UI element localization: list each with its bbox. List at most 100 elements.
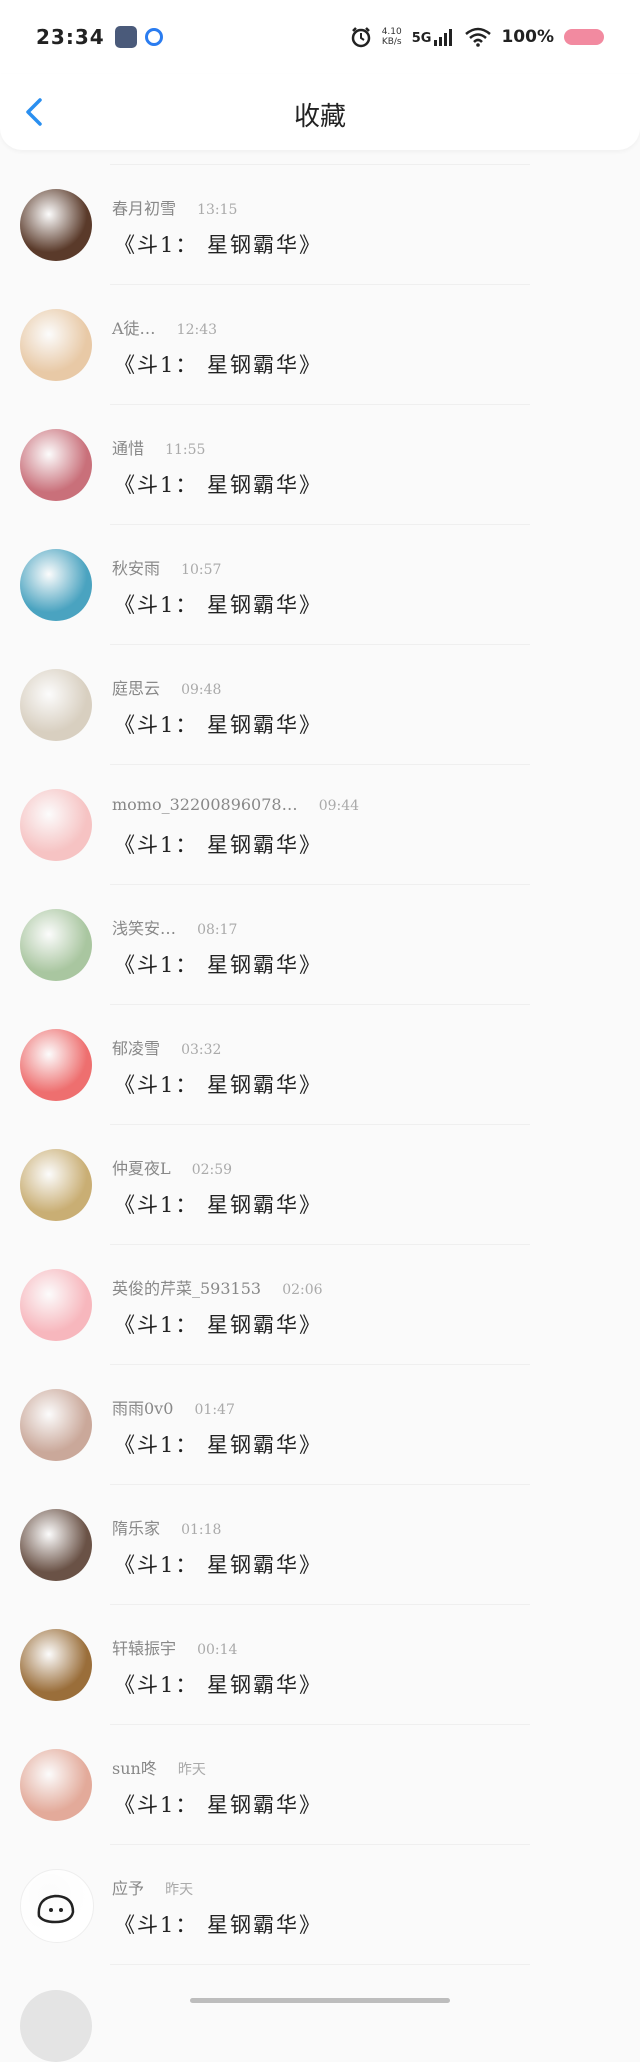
network-speed: 4.10 KB/s <box>382 27 402 47</box>
user-name: 英俊的芹菜_593153 <box>112 1279 262 1298</box>
name-line: 雨雨0v0 01:47 <box>112 1395 235 1419</box>
avatar[interactable] <box>20 789 92 861</box>
message-text: 《斗1： 星钢霸华》 <box>114 713 323 737</box>
message-text: 《斗1： 星钢霸华》 <box>114 1193 323 1217</box>
timestamp: 01:47 <box>194 1402 235 1418</box>
timestamp: 00:14 <box>197 1642 238 1658</box>
name-line: 春月初雪 13:15 <box>112 195 237 219</box>
avatar[interactable] <box>20 549 92 621</box>
user-name: sun咚 <box>112 1759 157 1778</box>
list-item[interactable]: sun咚 昨天 《斗1： 星钢霸华》 <box>0 1725 640 1845</box>
name-line: 浅笑安… 08:17 <box>112 915 237 939</box>
user-name: 郁凌雪 <box>112 1039 161 1058</box>
timestamp: 11:55 <box>165 442 206 458</box>
user-name: 雨雨0v0 <box>112 1399 174 1418</box>
avatar[interactable] <box>20 189 92 261</box>
name-line: A徒… 12:43 <box>112 315 217 339</box>
list-item[interactable]: 轩辕振宇 00:14 《斗1： 星钢霸华》 <box>0 1605 640 1725</box>
list-item[interactable]: 英俊的芹菜_593153 02:06 《斗1： 星钢霸华》 <box>0 1245 640 1365</box>
avatar[interactable] <box>20 309 92 381</box>
list-item[interactable]: momo_32200896078… 09:44 《斗1： 星钢霸华》 <box>0 765 640 885</box>
avatar[interactable] <box>20 1509 92 1581</box>
message-text: 《斗1： 星钢霸华》 <box>114 233 323 257</box>
speed-value: 4.10 <box>381 27 402 37</box>
timestamp: 09:44 <box>318 798 360 814</box>
user-name: 通惜 <box>112 439 145 458</box>
user-name: 庭思云 <box>112 679 161 698</box>
battery-icon <box>564 29 604 45</box>
page-title: 收藏 <box>293 102 346 132</box>
timestamp: 12:43 <box>176 322 218 338</box>
home-indicator <box>190 1998 450 2003</box>
timestamp: 09:48 <box>181 682 222 698</box>
avatar[interactable] <box>20 1990 92 2062</box>
list-item[interactable]: 通惜 11:55 《斗1： 星钢霸华》 <box>0 405 640 525</box>
signal-icon <box>434 29 453 46</box>
name-line: sun咚 昨天 <box>112 1755 206 1779</box>
avatar[interactable] <box>20 1149 92 1221</box>
list-item[interactable]: 隋乐家 01:18 《斗1： 星钢霸华》 <box>0 1485 640 1605</box>
message-text: 《斗1： 星钢霸华》 <box>114 953 323 977</box>
message-text: 《斗1： 星钢霸华》 <box>114 833 323 857</box>
name-line: 英俊的芹菜_593153 02:06 <box>112 1275 323 1299</box>
timestamp: 02:06 <box>282 1282 323 1298</box>
header: 收藏 <box>0 74 640 150</box>
name-line: 郁凌雪 03:32 <box>112 1035 221 1059</box>
user-name: 轩辕振宇 <box>112 1639 177 1658</box>
name-line: 轩辕振宇 00:14 <box>112 1635 237 1659</box>
list-item[interactable]: 庭思云 09:48 《斗1： 星钢霸华》 <box>0 645 640 765</box>
message-text: 《斗1： 星钢霸华》 <box>114 1913 323 1937</box>
user-name: momo_32200896078… <box>112 795 298 814</box>
avatar[interactable] <box>20 1869 94 1943</box>
timestamp: 10:57 <box>181 562 222 578</box>
timestamp: 13:15 <box>197 202 238 218</box>
name-line: 秋安雨 10:57 <box>112 555 221 579</box>
list-item[interactable]: 雨雨0v0 01:47 《斗1： 星钢霸华》 <box>0 1365 640 1485</box>
timestamp: 昨天 <box>177 1762 206 1778</box>
message-text: 《斗1： 星钢霸华》 <box>114 1313 323 1337</box>
name-line: 应予 昨天 <box>112 1875 193 1899</box>
avatar[interactable] <box>20 1269 92 1341</box>
name-line: 通惜 11:55 <box>112 435 205 459</box>
user-name: 仲夏夜L <box>112 1159 171 1178</box>
user-name: 春月初雪 <box>112 199 177 218</box>
name-line: 仲夏夜L 02:59 <box>112 1155 232 1179</box>
timestamp: 昨天 <box>165 1882 194 1898</box>
avatar[interactable] <box>20 1629 92 1701</box>
user-name: 隋乐家 <box>112 1519 161 1538</box>
list-item[interactable]: 秋安雨 10:57 《斗1： 星钢霸华》 <box>0 525 640 645</box>
name-line: momo_32200896078… 09:44 <box>112 795 359 814</box>
timestamp: 02:59 <box>191 1162 233 1178</box>
avatar[interactable] <box>20 1029 92 1101</box>
avatar[interactable] <box>20 429 92 501</box>
message-text: 《斗1： 星钢霸华》 <box>114 1673 323 1697</box>
status-time: 23:34 <box>36 25 105 49</box>
message-text: 《斗1： 星钢霸华》 <box>114 353 323 377</box>
doodle-icon <box>37 1894 75 1924</box>
message-text: 《斗1： 星钢霸华》 <box>114 1553 323 1577</box>
status-bar: 23:34 4.10 KB/s 5G 100% <box>0 0 640 74</box>
avatar[interactable] <box>20 909 92 981</box>
message-text: 《斗1： 星钢霸华》 <box>114 1793 323 1817</box>
signal-label: 5G <box>411 31 432 46</box>
app-notification-icon-2 <box>144 28 163 46</box>
list-item[interactable]: A徒… 12:43 《斗1： 星钢霸华》 <box>0 285 640 405</box>
list-item[interactable]: 郁凌雪 03:32 《斗1： 星钢霸华》 <box>0 1005 640 1125</box>
timestamp: 08:17 <box>197 922 238 938</box>
avatar[interactable] <box>20 1389 92 1461</box>
list-item[interactable]: 仲夏夜L 02:59 《斗1： 星钢霸华》 <box>0 1125 640 1245</box>
avatar[interactable] <box>20 1749 92 1821</box>
avatar[interactable] <box>20 669 92 741</box>
user-name: A徒… <box>112 319 156 338</box>
battery-text: 100% <box>501 27 554 47</box>
list-item[interactable]: 春月初雪 13:15 《斗1： 星钢霸华》 <box>0 165 640 285</box>
favorites-list: 春月初雪 13:15 《斗1： 星钢霸华》 A徒… 12:43 《斗1： 星钢霸… <box>0 165 640 1965</box>
list-item[interactable]: 应予 昨天 《斗1： 星钢霸华》 <box>0 1845 640 1965</box>
message-text: 《斗1： 星钢霸华》 <box>114 1433 323 1457</box>
timestamp: 01:18 <box>181 1522 222 1538</box>
message-text: 《斗1： 星钢霸华》 <box>114 593 323 617</box>
name-line: 隋乐家 01:18 <box>112 1515 221 1539</box>
wifi-icon <box>465 27 492 47</box>
list-item[interactable]: 浅笑安… 08:17 《斗1： 星钢霸华》 <box>0 885 640 1005</box>
message-text: 《斗1： 星钢霸华》 <box>114 473 323 497</box>
